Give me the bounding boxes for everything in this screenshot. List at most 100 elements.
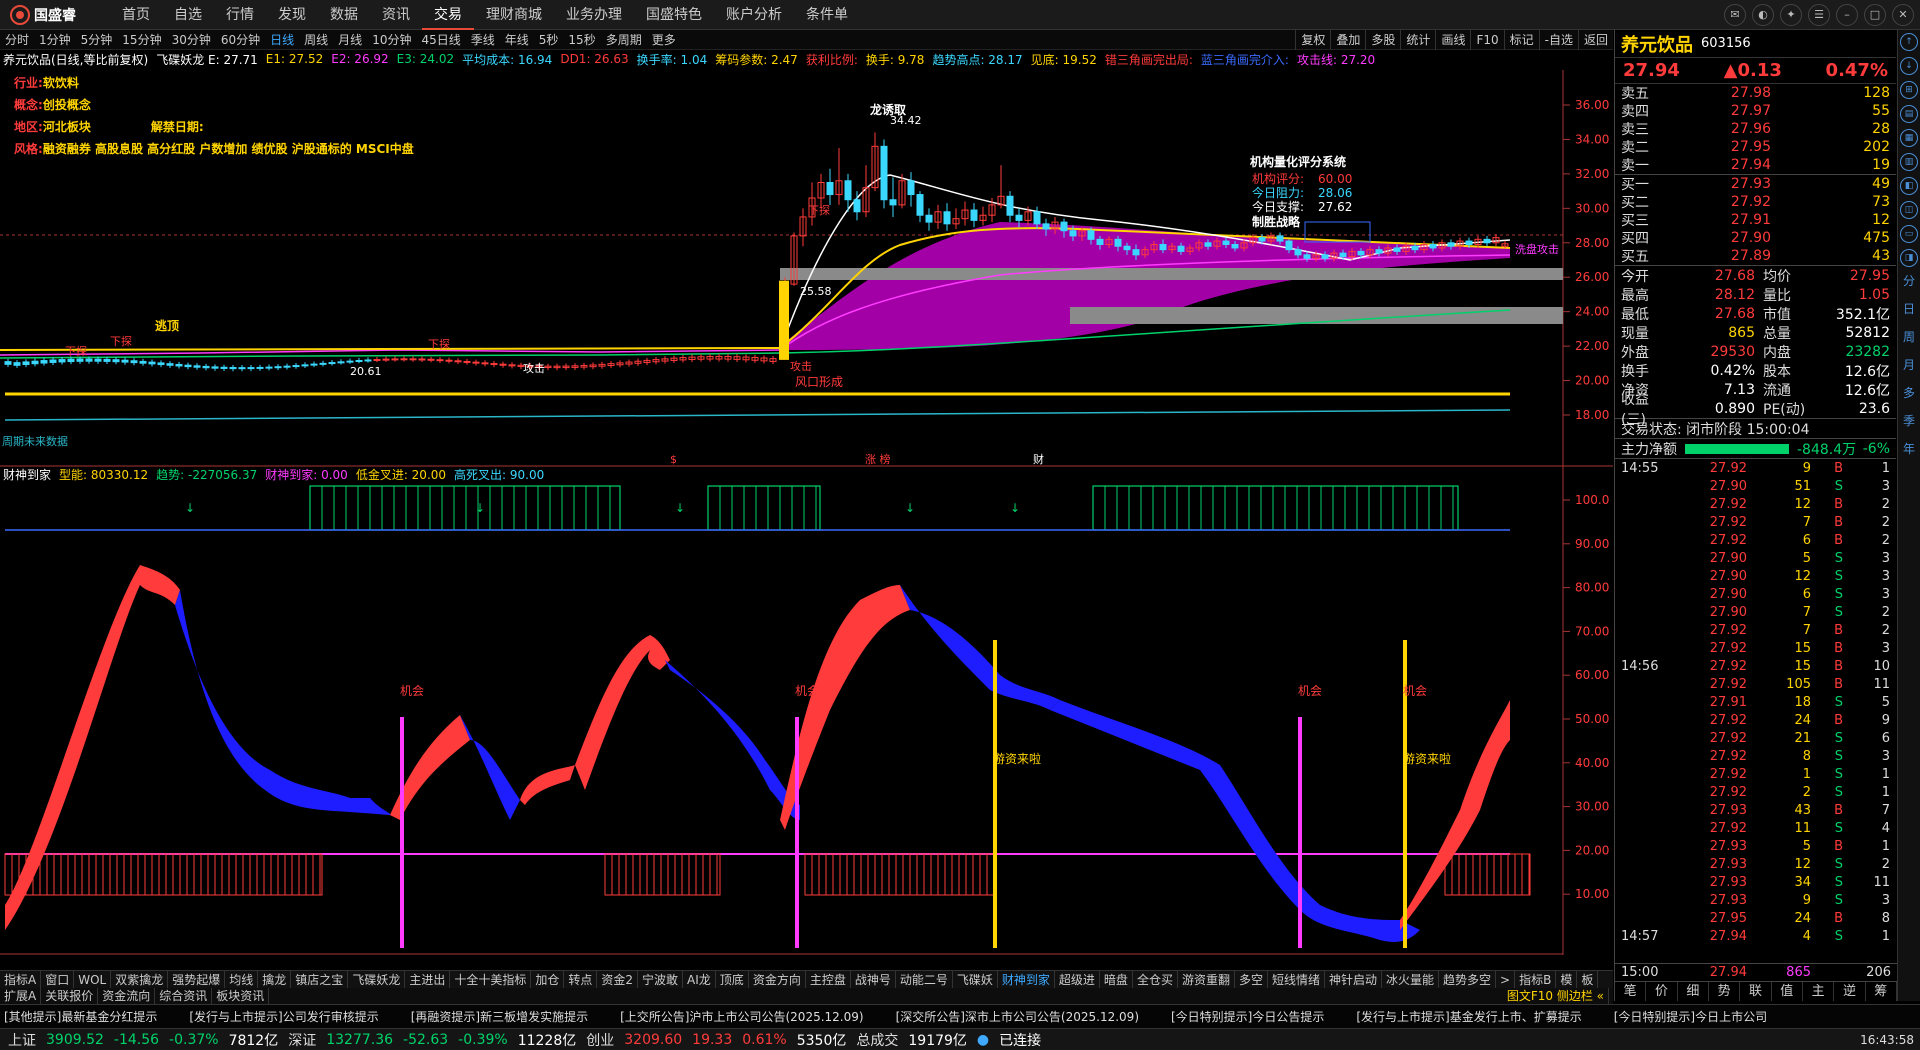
period-tab-2[interactable]: 5分钟 <box>76 30 118 50</box>
sidebar-period-5[interactable]: 季 <box>1900 413 1918 435</box>
period-tab-14[interactable]: 15秒 <box>563 30 600 50</box>
news-item-1[interactable]: [发行与上市提示]公司发行审核提示 <box>189 1008 378 1025</box>
indicator-tab-21[interactable]: 飞碟妖 <box>953 971 998 988</box>
indicator-tab-31[interactable]: 趋势多空 <box>1439 971 1497 988</box>
toolbar-btn-4[interactable]: 画线 <box>1435 30 1470 50</box>
quote-tab-7[interactable]: 逆 <box>1834 982 1866 1001</box>
period-tab-12[interactable]: 年线 <box>500 30 534 50</box>
indicator-tab-9[interactable]: 主进出 <box>405 971 451 988</box>
indicator-tab-16[interactable]: 顶底 <box>716 971 749 988</box>
bid-row[interactable]: 买四 27.90 475 <box>1615 229 1896 247</box>
toolbar-btn-1[interactable]: 叠加 <box>1330 30 1365 50</box>
period-tab-1[interactable]: 1分钟 <box>34 30 76 50</box>
period-tab-4[interactable]: 30分钟 <box>167 30 216 50</box>
sidebar-tool-icon[interactable]: ◨ <box>1900 249 1918 267</box>
period-tab-6[interactable]: 日线 <box>265 30 299 50</box>
period-tab-10[interactable]: 45日线 <box>416 30 465 50</box>
quote-tab-4[interactable]: 联 <box>1740 982 1772 1001</box>
period-tab-16[interactable]: 更多 <box>647 30 681 50</box>
sidebar-period-1[interactable]: 日 <box>1900 301 1918 323</box>
period-tab-15[interactable]: 多周期 <box>601 30 647 50</box>
expand-tab-4[interactable]: 板块资讯 <box>212 988 270 1004</box>
indicator-tab-15[interactable]: AI龙 <box>683 971 716 988</box>
menu-item-0[interactable]: 首页 <box>110 0 162 30</box>
indicator-tab-0[interactable]: 指标A <box>0 971 42 988</box>
indicator-tab-5[interactable]: 均线 <box>225 971 259 988</box>
quote-tab-6[interactable]: 主 <box>1803 982 1835 1001</box>
toolbar-btn-3[interactable]: 统计 <box>1400 30 1435 50</box>
indicator-tab-2[interactable]: WOL <box>74 971 112 988</box>
menu-item-11[interactable]: 条件单 <box>794 0 860 30</box>
period-tab-0[interactable]: 分时 <box>0 30 34 50</box>
indicator-tab-29[interactable]: 神针启动 <box>1325 971 1383 988</box>
toolbar-btn-5[interactable]: F10 <box>1470 30 1503 50</box>
menu-icon[interactable]: ☰ <box>1808 4 1830 26</box>
bid-row[interactable]: 买三 27.91 12 <box>1615 211 1896 229</box>
toolbar-btn-7[interactable]: -自选 <box>1538 30 1578 50</box>
indicator-tab-13[interactable]: 资金2 <box>597 971 639 988</box>
quote-tab-1[interactable]: 价 <box>1646 982 1678 1001</box>
indicator-tab-17[interactable]: 资金方向 <box>749 971 806 988</box>
indicator-tab-11[interactable]: 加仓 <box>531 971 565 988</box>
sidebar-period-2[interactable]: 周 <box>1900 329 1918 351</box>
period-tab-11[interactable]: 季线 <box>466 30 500 50</box>
indicator-tab-20[interactable]: 动能二号 <box>896 971 953 988</box>
kline-chart[interactable]: 36.00 34.00 32.00 30.00 28.00 26.00 24.00 22.00… <box>0 50 1613 955</box>
expand-right[interactable]: 图文F10 侧边栏 « <box>1503 988 1609 1004</box>
quote-tab-8[interactable]: 筹 <box>1866 982 1897 1001</box>
news-item-6[interactable]: [发行与上市提示]基金发行上市、扩募提示 <box>1356 1008 1581 1025</box>
bid-row[interactable]: 买二 27.92 73 <box>1615 193 1896 211</box>
sidebar-tool-icon[interactable]: ▥ <box>1900 153 1918 171</box>
menu-item-4[interactable]: 数据 <box>318 0 370 30</box>
indicator-tab-12[interactable]: 转点 <box>564 971 598 988</box>
indicator-tab-35[interactable]: 板 <box>1577 971 1599 988</box>
indicator-tab-3[interactable]: 双紫擒龙 <box>111 971 169 988</box>
indicator-tab-1[interactable]: 窗口 <box>41 971 75 988</box>
period-tab-3[interactable]: 15分钟 <box>117 30 166 50</box>
news-item-7[interactable]: [今日特别提示]今日上市公司 <box>1614 1008 1767 1025</box>
toolbar-btn-2[interactable]: 多股 <box>1365 30 1400 50</box>
toolbar-btn-6[interactable]: 标记 <box>1503 30 1539 50</box>
indicator-tab-6[interactable]: 擒龙 <box>258 971 292 988</box>
menu-item-10[interactable]: 账户分析 <box>714 0 794 30</box>
skin-icon[interactable]: ◐ <box>1752 4 1774 26</box>
message-icon[interactable]: ✉ <box>1724 4 1746 26</box>
indicator-tab-28[interactable]: 短线情绪 <box>1268 971 1325 988</box>
sidebar-tool-icon[interactable]: ▤ <box>1900 105 1918 123</box>
indicator-tab-8[interactable]: 飞碟妖龙 <box>348 971 406 988</box>
close-icon[interactable]: ✕ <box>1892 4 1914 26</box>
menu-item-3[interactable]: 发现 <box>266 0 318 30</box>
menu-item-8[interactable]: 业务办理 <box>554 0 634 30</box>
news-item-0[interactable]: [其他提示]最新基金分红提示 <box>4 1008 157 1025</box>
bid-row[interactable]: 买一 27.93 49 <box>1615 175 1896 193</box>
menu-item-5[interactable]: 资讯 <box>370 0 422 30</box>
expand-tab-1[interactable]: 关联报价 <box>41 988 99 1004</box>
indicator-tab-30[interactable]: 冰火量能 <box>1382 971 1440 988</box>
indicator-tab-23[interactable]: 超级进 <box>1055 971 1100 988</box>
period-tab-8[interactable]: 月线 <box>333 30 367 50</box>
sidebar-period-4[interactable]: 多 <box>1900 385 1918 407</box>
quote-tab-0[interactable]: 笔 <box>1615 982 1647 1001</box>
toolbar-btn-8[interactable]: 返回 <box>1577 30 1613 50</box>
period-tab-5[interactable]: 60分钟 <box>216 30 265 50</box>
expand-tab-3[interactable]: 综合资讯 <box>155 988 213 1004</box>
sidebar-tool-icon[interactable]: ↑ <box>1900 33 1918 51</box>
tick-list[interactable]: 14:55 27.92 9 B 1 27.90 51 S 3 27.92 12 B 2 27.92 7 B 2 2… <box>1615 458 1896 945</box>
bid-row[interactable]: 买五 27.89 43 <box>1615 247 1896 265</box>
indicator-tab-26[interactable]: 游资重翻 <box>1178 971 1235 988</box>
indicator-tab-18[interactable]: 主控盘 <box>806 971 851 988</box>
expand-tab-2[interactable]: 资金流向 <box>98 988 156 1004</box>
quote-tab-3[interactable]: 势 <box>1709 982 1741 1001</box>
ask-row[interactable]: 卖三 27.96 28 <box>1615 120 1896 138</box>
period-tab-7[interactable]: 周线 <box>299 30 333 50</box>
ask-row[interactable]: 卖五 27.98 128 <box>1615 84 1896 102</box>
menu-item-6[interactable]: 交易 <box>422 0 474 30</box>
sidebar-tool-icon[interactable]: ↓ <box>1900 57 1918 75</box>
indicator-tab-19[interactable]: 战神号 <box>851 971 896 988</box>
sidebar-tool-icon[interactable]: ⊞ <box>1900 81 1918 99</box>
indicator-tab-7[interactable]: 镇店之宝 <box>291 971 349 988</box>
period-tab-9[interactable]: 10分钟 <box>367 30 416 50</box>
sidebar-tool-icon[interactable]: ◫ <box>1900 201 1918 219</box>
indicator-tab-32[interactable]: > <box>1496 971 1516 988</box>
indicator-tab-33[interactable]: 指标B <box>1515 971 1557 988</box>
